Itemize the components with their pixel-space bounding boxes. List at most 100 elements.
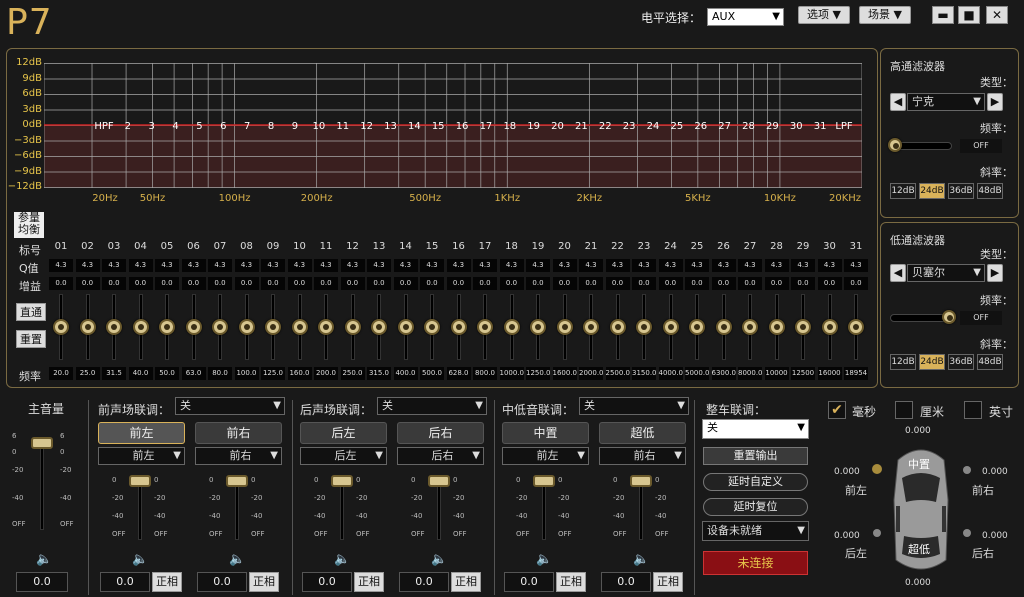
channel-phase-button[interactable]: 正相 <box>249 572 279 592</box>
channel-source-select[interactable]: 前右 ▼ <box>599 447 686 465</box>
band-slider-knob[interactable] <box>79 319 96 335</box>
lpf-slope-12db[interactable]: 12dB <box>890 354 916 370</box>
delay-reset-button[interactable]: 延时复位 <box>703 498 808 516</box>
master-fader-knob[interactable] <box>31 437 53 449</box>
band-q-value[interactable]: 4.3 <box>181 259 206 272</box>
band-slider-knob[interactable] <box>609 319 626 335</box>
band-gain-value[interactable]: 0.0 <box>128 277 153 290</box>
band-gain-value[interactable]: 0.0 <box>817 277 842 290</box>
band-freq-value[interactable]: 3150.0 <box>632 367 657 380</box>
band-q-value[interactable]: 4.3 <box>844 259 868 272</box>
channel-source-select[interactable]: 后左 ▼ <box>300 447 387 465</box>
band-q-value[interactable]: 4.3 <box>526 259 550 272</box>
band-gain-value[interactable]: 0.0 <box>340 277 365 290</box>
band-freq-value[interactable]: 1000.0 <box>499 367 524 380</box>
speaker-fr-icon[interactable] <box>963 466 971 474</box>
band-gain-value[interactable]: 0.0 <box>764 277 789 290</box>
band-freq-value[interactable]: 628.0 <box>446 367 471 380</box>
channel-fader-knob[interactable] <box>331 475 353 487</box>
band-q-value[interactable]: 4.3 <box>605 259 630 272</box>
band-q-value[interactable]: 4.3 <box>658 259 683 272</box>
band-gain-value[interactable]: 0.0 <box>49 277 73 290</box>
lpf-slope-24db[interactable]: 24dB <box>919 354 945 370</box>
band-q-value[interactable]: 4.3 <box>738 259 762 272</box>
channel-volume-value[interactable]: 0.0 <box>601 572 651 592</box>
band-freq-value[interactable]: 125.0 <box>261 367 285 380</box>
band-slider-knob[interactable] <box>768 319 785 335</box>
channel-button[interactable]: 超低 <box>599 422 686 444</box>
band-q-value[interactable]: 4.3 <box>632 259 656 272</box>
band-freq-value[interactable]: 500.0 <box>420 367 444 380</box>
band-slider-knob[interactable] <box>848 319 864 335</box>
band-freq-value[interactable]: 16000 <box>817 367 842 380</box>
lpf-next-button[interactable]: ▶ <box>987 264 1003 282</box>
band-freq-value[interactable]: 1600.0 <box>552 367 577 380</box>
band-gain-value[interactable]: 0.0 <box>75 277 100 290</box>
band-slider-knob[interactable] <box>689 319 705 335</box>
speaker-rl-icon[interactable] <box>873 529 881 537</box>
band-freq-value[interactable]: 4000.0 <box>658 367 683 380</box>
channel-button[interactable]: 后左 <box>300 422 387 444</box>
channel-fader-track[interactable] <box>639 478 643 540</box>
band-q-value[interactable]: 4.3 <box>685 259 709 272</box>
channel-phase-button[interactable]: 正相 <box>152 572 182 592</box>
band-slider-knob[interactable] <box>159 319 175 335</box>
band-slider-knob[interactable] <box>344 319 361 335</box>
band-gain-value[interactable]: 0.0 <box>658 277 683 290</box>
speaker-icon[interactable]: 🔈 <box>633 552 649 567</box>
band-slider-knob[interactable] <box>291 319 308 335</box>
device-select[interactable]: 设备未就绪 ▼ <box>702 521 809 541</box>
band-q-value[interactable]: 4.3 <box>367 259 391 272</box>
band-gain-value[interactable]: 0.0 <box>473 277 497 290</box>
band-freq-value[interactable]: 2000.0 <box>579 367 604 380</box>
band-freq-value[interactable]: 160.0 <box>287 367 312 380</box>
band-gain-value[interactable]: 0.0 <box>208 277 232 290</box>
band-gain-value[interactable]: 0.0 <box>393 277 418 290</box>
speaker-icon[interactable]: 🔈 <box>536 552 552 567</box>
options-menu-button[interactable]: 选项 ▼ <box>798 6 850 24</box>
band-freq-value[interactable]: 800.0 <box>473 367 497 380</box>
band-q-value[interactable]: 4.3 <box>340 259 365 272</box>
band-q-value[interactable]: 4.3 <box>102 259 126 272</box>
band-slider-knob[interactable] <box>662 319 679 335</box>
band-freq-value[interactable]: 20.0 <box>49 367 73 380</box>
hpf-freq-knob[interactable] <box>888 138 902 152</box>
car-label-center[interactable]: 中置 <box>908 456 930 472</box>
band-gain-value[interactable]: 0.0 <box>738 277 762 290</box>
cm-checkbox[interactable] <box>895 401 913 419</box>
maximize-button[interactable]: ■ <box>958 6 980 24</box>
band-slider-knob[interactable] <box>265 319 281 335</box>
channel-phase-button[interactable]: 正相 <box>653 572 683 592</box>
band-freq-value[interactable]: 200.0 <box>314 367 338 380</box>
master-fader-track[interactable] <box>40 440 44 530</box>
band-slider-knob[interactable] <box>318 319 334 335</box>
hpf-slope-24db[interactable]: 24dB <box>919 183 945 199</box>
band-q-value[interactable]: 4.3 <box>75 259 100 272</box>
band-gain-value[interactable]: 0.0 <box>711 277 736 290</box>
car-label-sub[interactable]: 超低 <box>908 541 930 557</box>
hpf-next-button[interactable]: ▶ <box>987 93 1003 111</box>
band-gain-value[interactable]: 0.0 <box>314 277 338 290</box>
band-slider-knob[interactable] <box>371 319 387 335</box>
band-q-value[interactable]: 4.3 <box>155 259 179 272</box>
band-freq-value[interactable]: 6300.0 <box>711 367 736 380</box>
speaker-icon[interactable]: 🔈 <box>431 552 447 567</box>
band-q-value[interactable]: 4.3 <box>287 259 312 272</box>
band-gain-value[interactable]: 0.0 <box>102 277 126 290</box>
close-button[interactable]: ✕ <box>986 6 1008 24</box>
lpf-slope-48db[interactable]: 48dB <box>977 354 1003 370</box>
channel-fader-knob[interactable] <box>630 475 652 487</box>
band-q-value[interactable]: 4.3 <box>579 259 603 272</box>
band-slider-knob[interactable] <box>212 319 228 335</box>
band-slider-knob[interactable] <box>185 319 202 335</box>
hpf-slope-12db[interactable]: 12dB <box>890 183 916 199</box>
band-slider-knob[interactable] <box>53 319 69 335</box>
group-link-select[interactable]: 关 ▼ <box>579 397 689 415</box>
hpf-prev-button[interactable]: ◀ <box>890 93 906 111</box>
band-gain-value[interactable]: 0.0 <box>367 277 391 290</box>
band-freq-value[interactable]: 10000 <box>764 367 789 380</box>
channel-volume-value[interactable]: 0.0 <box>100 572 150 592</box>
reset-eq-button[interactable]: 重置 <box>16 330 46 348</box>
channel-volume-value[interactable]: 0.0 <box>504 572 554 592</box>
band-q-value[interactable]: 4.3 <box>208 259 232 272</box>
